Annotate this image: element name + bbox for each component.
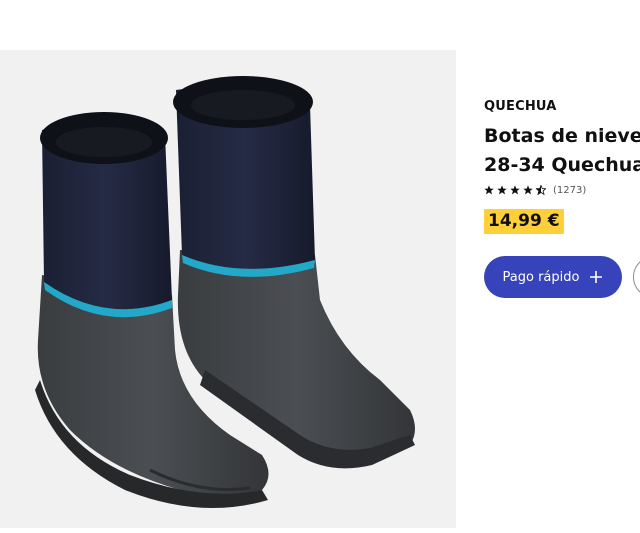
brand-name[interactable]: QUECHUA <box>484 99 557 114</box>
quick-pay-label: Pago rápido <box>502 269 580 285</box>
star-icon <box>484 185 494 195</box>
plus-icon <box>589 270 603 284</box>
product-title-line-2: 28-34 Quechua S <box>484 154 640 176</box>
quick-pay-button[interactable]: Pago rápido <box>484 256 622 298</box>
product-image[interactable] <box>0 50 456 528</box>
product-title: Botas de nieve y 28-34 Quechua S <box>484 122 640 180</box>
product-rating[interactable]: (1273) <box>484 183 586 197</box>
right-boot <box>173 76 415 469</box>
rating-stars <box>484 185 549 195</box>
price-badge: 14,99 € <box>484 209 564 234</box>
star-icon <box>523 185 533 195</box>
rating-count: (1273) <box>553 184 587 196</box>
star-icon <box>497 185 507 195</box>
star-icon <box>510 185 520 195</box>
product-title-line-1: Botas de nieve y <box>484 125 640 147</box>
product-info: QUECHUA Botas de nieve y 28-34 Quechua S… <box>484 0 640 533</box>
secondary-action-button[interactable] <box>633 256 640 298</box>
snow-boots-photo <box>35 76 415 508</box>
half-star-icon <box>536 185 546 195</box>
